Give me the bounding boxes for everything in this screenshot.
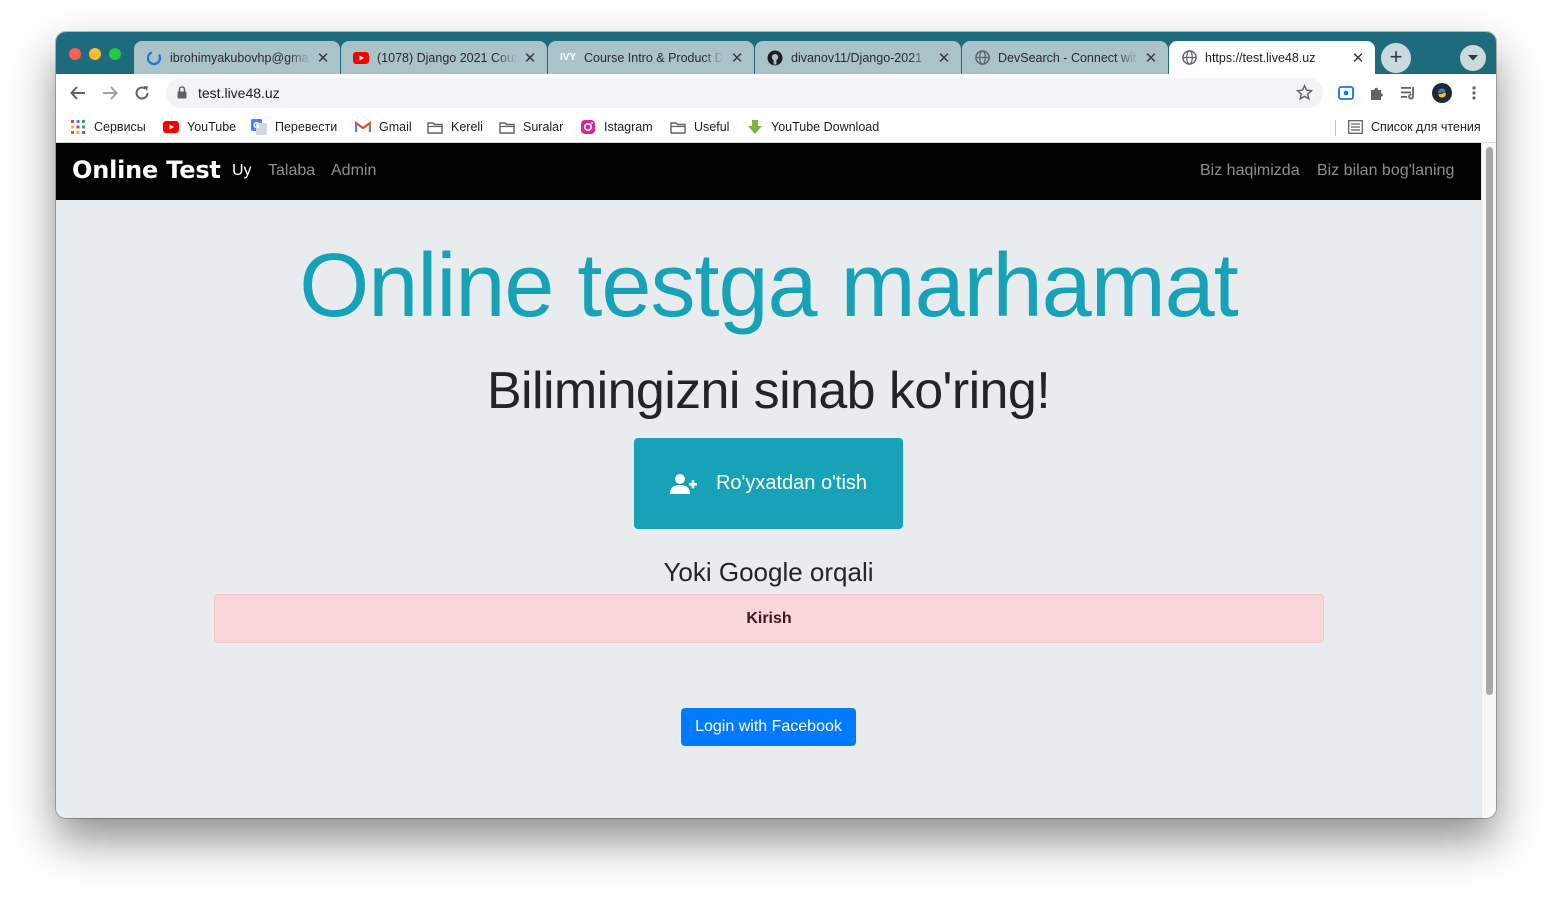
nav-link-about[interactable]: Biz haqimizda [1200,162,1300,180]
reading-list-label: Список для чтения [1371,120,1481,134]
page-scrollbar[interactable] [1481,143,1496,818]
svg-text:G: G [253,121,260,130]
youtube-icon [353,50,369,66]
minimize-window-button[interactable] [89,48,101,60]
folder-icon [499,119,515,135]
extensions-puzzle-icon[interactable] [1367,83,1387,103]
bookmark-item[interactable]: YouTube [163,117,236,137]
reading-list-button[interactable]: Список для чтения [1347,117,1481,137]
page-viewport: Online Test Uy Talaba Admin Biz haqimizd… [56,143,1496,818]
browser-window: ibrohimyakubovhp@gmail.com ✕ (1078) Djan… [56,32,1496,818]
hero-subtitle: Bilimingizni sinab ko'ring! [486,362,1051,420]
reading-list-icon [1347,119,1363,135]
chevron-down-icon [1468,55,1478,61]
google-login-heading: Yoki Google orqali [663,557,874,587]
tab-title: divanov11/Django-2021 [791,50,923,65]
bookmark-label: Перевести [275,120,338,134]
nav-link-contact[interactable]: Biz bilan bog'laning [1317,162,1454,180]
brand-logo[interactable]: Online Test [72,156,221,184]
profile-avatar-icon[interactable] [1432,83,1452,103]
tab-title: (1078) Django 2021 Course [377,50,517,65]
back-button[interactable] [68,83,88,103]
forward-button[interactable] [100,83,120,103]
reload-icon [135,86,149,100]
gmail-icon [355,119,371,135]
translate-icon: G [251,119,267,135]
bookmark-item[interactable]: YouTube Download [747,117,879,137]
more-menu-icon[interactable] [1464,83,1484,103]
browser-tab-active[interactable]: https://test.live48.uz ✕ [1169,41,1375,74]
bookmark-item[interactable]: Suralar [499,117,563,137]
tab-title: DevSearch - Connect with [998,50,1138,65]
bookmark-item[interactable]: Gmail [355,117,412,137]
tab-title: ibrohimyakubovhp@gmail.com [170,50,310,65]
globe-icon [1181,50,1197,66]
close-window-button[interactable] [69,48,81,60]
screencast-extension-icon[interactable] [1336,83,1356,103]
bookmark-label: Сервисы [94,120,146,134]
tab-title: Course Intro & Product Demo [584,50,724,65]
folder-icon [427,119,443,135]
hero-title: Online testga marhamat [299,236,1238,336]
browser-tab[interactable]: DevSearch - Connect with ✕ [962,41,1168,74]
nav-link-talaba[interactable]: Talaba [268,162,315,180]
tab-title: https://test.live48.uz [1205,50,1316,65]
nav-link-uy[interactable]: Uy [232,162,252,180]
close-tab-icon[interactable]: ✕ [730,49,744,67]
close-tab-icon[interactable]: ✕ [1351,49,1365,67]
tab-strip: ibrohimyakubovhp@gmail.com ✕ (1078) Djan… [56,32,1496,74]
browser-tab[interactable]: IVY Course Intro & Product Demo ✕ [548,41,754,74]
ivy-icon: IVY [559,52,577,63]
register-button-label: Ro'yxatdan o'tish [715,472,868,494]
bookmark-label: Useful [694,120,730,134]
lock-icon [177,86,187,99]
reload-button[interactable] [132,83,152,103]
bookmark-label: Istagram [604,120,653,134]
close-tab-icon[interactable]: ✕ [523,49,537,67]
browser-tab[interactable]: ibrohimyakubovhp@gmail.com ✕ [134,41,340,74]
site-navbar: Online Test Uy Talaba Admin Biz haqimizd… [56,143,1481,200]
sync-icon [146,50,162,66]
url-text: test.live48.uz [198,85,280,101]
instagram-icon [580,119,596,135]
youtube-icon [163,119,179,135]
globe-icon [974,50,990,66]
close-tab-icon[interactable]: ✕ [1144,49,1158,67]
arrow-right-icon [103,86,118,100]
apps-grid-icon [70,119,86,135]
bookmark-item[interactable]: Сервисы [70,117,146,137]
facebook-login-button[interactable]: Login with Facebook [681,708,856,746]
folder-icon [670,119,686,135]
new-tab-button[interactable]: + [1381,43,1411,73]
arrow-left-icon [70,86,85,100]
bookmark-item[interactable]: Useful [670,117,729,137]
close-tab-icon[interactable]: ✕ [937,49,951,67]
tab-search-button[interactable] [1460,45,1486,71]
register-button[interactable]: Ro'yxatdan o'tish [634,438,903,529]
google-login-button[interactable]: Kirish [214,594,1324,643]
address-bar[interactable]: test.live48.uz [166,78,1323,108]
zoom-window-button[interactable] [109,48,121,60]
github-icon [767,50,783,66]
browser-tab[interactable]: divanov11/Django-2021 ✕ [755,41,961,74]
browser-tab[interactable]: (1078) Django 2021 Course ✕ [341,41,547,74]
browser-toolbar: test.live48.uz [56,74,1496,112]
bookmark-label: YouTube Download [771,120,880,134]
bookmark-item[interactable]: Kereli [427,117,483,137]
user-plus-icon [669,473,698,495]
bookmark-item[interactable]: Istagram [580,117,653,137]
scrollbar-thumb[interactable] [1486,147,1493,695]
bookmark-label: Kereli [451,120,483,134]
close-tab-icon[interactable]: ✕ [316,49,330,67]
bookmark-item[interactable]: G Перевести [251,117,337,137]
bookmark-label: Suralar [523,120,564,134]
bookmarks-divider [1335,120,1336,136]
bookmarks-bar: Сервисы YouTube G Перевести Gmail Kereli [56,112,1496,143]
bookmark-label: Gmail [379,120,412,134]
download-arrow-icon [747,119,763,135]
media-queue-icon[interactable] [1399,83,1419,103]
nav-link-admin[interactable]: Admin [331,162,376,180]
bookmark-label: YouTube [187,120,237,134]
bookmark-star-icon[interactable] [1296,84,1313,101]
